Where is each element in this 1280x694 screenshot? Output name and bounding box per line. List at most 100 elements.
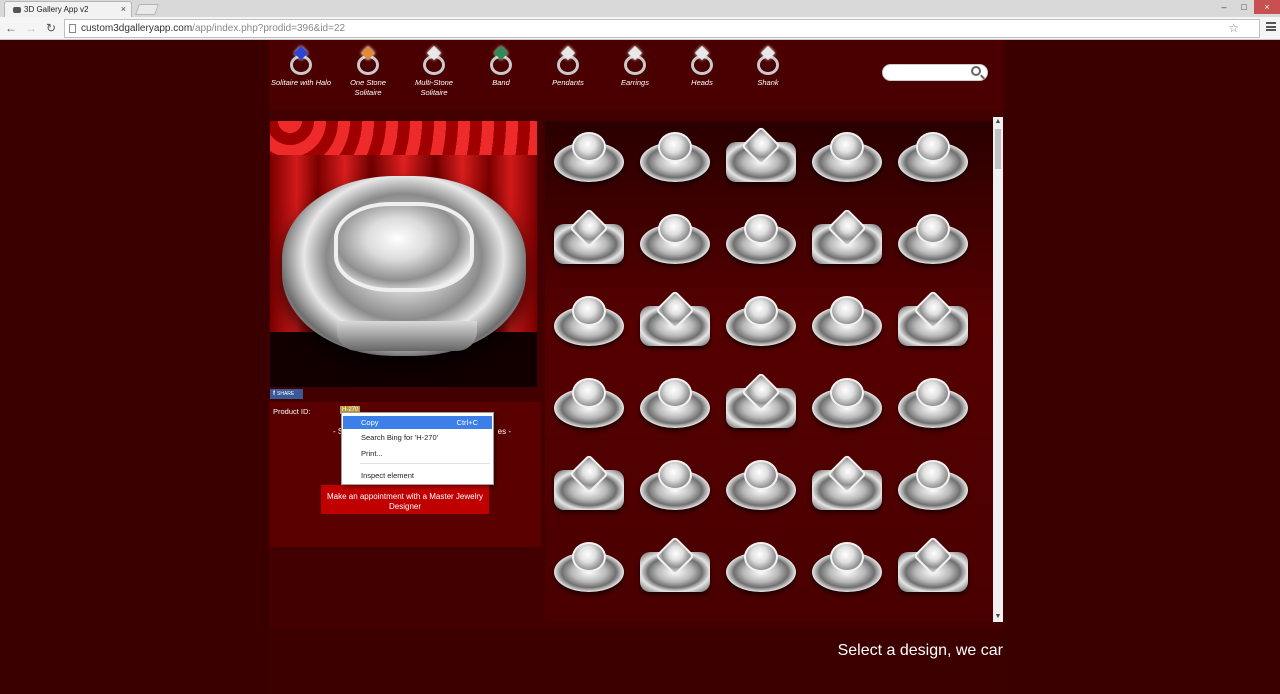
thumbnail-stone	[572, 296, 606, 326]
context-inspect[interactable]: Inspect element	[343, 469, 492, 482]
tab-favicon-icon	[13, 6, 21, 13]
appointment-button[interactable]: Make an appointment with a Master Jewelr…	[321, 485, 489, 514]
thumbnail-stone	[744, 460, 778, 490]
category-label: Pendants	[552, 78, 584, 87]
category-earrings[interactable]: Earrings	[603, 45, 667, 88]
close-window-button[interactable]: ×	[1254, 0, 1280, 14]
forward-button[interactable]: →	[23, 20, 39, 36]
category-label: Heads	[691, 78, 713, 87]
thumbnail-stone	[658, 378, 692, 408]
new-tab-button[interactable]	[134, 4, 160, 15]
obscured-text-right: es -	[497, 427, 511, 436]
gallery-thumbnail[interactable]	[636, 374, 714, 436]
thumbnail-stone	[744, 214, 778, 244]
context-menu: Copy Ctrl+C Search Bing for 'H-270' Print…	[341, 412, 494, 485]
scroll-thumb[interactable]	[995, 129, 1001, 169]
category-head-setting[interactable]: Heads	[670, 45, 734, 88]
thumbnail-stone	[744, 296, 778, 326]
browser-menu-icon[interactable]	[1266, 22, 1276, 31]
shank-icon	[754, 45, 782, 76]
scroll-up-icon[interactable]: ▲	[993, 117, 1003, 127]
category-pendant[interactable]: Pendants	[536, 45, 600, 88]
gallery-thumbnail[interactable]	[808, 454, 886, 518]
gallery-thumbnail[interactable]	[636, 210, 714, 272]
back-button[interactable]: ←	[3, 20, 19, 36]
gallery-thumbnail[interactable]	[722, 292, 800, 354]
gallery-thumbnail[interactable]	[894, 456, 972, 518]
browser-tab[interactable]: 3D Gallery App v2 ×	[4, 1, 132, 17]
gallery-scrollbar[interactable]: ▲ ▼	[993, 117, 1003, 622]
thumbnail-stone	[744, 542, 778, 572]
facebook-icon: f	[273, 391, 275, 397]
context-search-bing-label: Search Bing for 'H-270'	[361, 433, 439, 442]
category-multi-stone-ring[interactable]: Multi-Stone Solitaire	[402, 45, 466, 98]
multi-stone-ring-icon	[420, 45, 448, 76]
reload-button[interactable]: ↻	[43, 20, 59, 36]
gallery-thumbnail[interactable]	[894, 290, 972, 354]
scroll-down-icon[interactable]: ▼	[993, 612, 1003, 622]
context-search-bing[interactable]: Search Bing for 'H-270'	[343, 431, 492, 444]
category-shank[interactable]: Shank	[736, 45, 800, 88]
gallery-thumbnail[interactable]	[636, 290, 714, 354]
gallery-thumbnail[interactable]	[550, 128, 628, 190]
maximize-button[interactable]: □	[1234, 0, 1254, 14]
category-label: Shank	[757, 78, 779, 87]
gallery-thumbnail[interactable]	[550, 538, 628, 600]
bookmark-star-icon[interactable]: ☆	[1228, 21, 1239, 35]
facebook-share-button[interactable]: f SHARE	[270, 389, 303, 399]
gallery-thumbnail[interactable]	[636, 536, 714, 600]
thumbnail-stone	[658, 214, 692, 244]
category-label: One Stone Solitaire	[350, 78, 386, 97]
category-label: Solitaire with Halo	[270, 78, 332, 87]
gallery-thumbnail[interactable]	[808, 374, 886, 436]
earrings-icon	[621, 45, 649, 76]
gallery-thumbnail[interactable]	[722, 210, 800, 272]
category-solitaire-halo-ring[interactable]: Solitaire with Halo	[269, 45, 333, 88]
category-one-stone-solitaire-ring[interactable]: One Stone Solitaire	[336, 45, 400, 98]
search-input[interactable]	[882, 64, 988, 81]
gallery-thumbnail[interactable]	[808, 208, 886, 272]
context-print-label: Print...	[361, 449, 383, 458]
ring-shank	[337, 321, 477, 351]
context-print[interactable]: Print...	[343, 447, 492, 460]
thumbnail-stone	[830, 542, 864, 572]
gallery-thumbnail[interactable]	[722, 538, 800, 600]
share-label: SHARE	[277, 391, 295, 397]
tab-close-icon[interactable]: ×	[121, 4, 126, 14]
ring-preview[interactable]	[270, 121, 537, 387]
gallery-thumbnail[interactable]	[808, 292, 886, 354]
context-separator	[360, 463, 490, 464]
gallery-thumbnail[interactable]	[808, 128, 886, 190]
gallery-thumbnail[interactable]	[550, 208, 628, 272]
ring-center-stone	[334, 202, 474, 292]
thumbnail-stone	[572, 378, 606, 408]
gallery-thumbnail[interactable]	[550, 454, 628, 518]
gallery-thumbnail[interactable]	[894, 128, 972, 190]
gallery-thumbnail[interactable]	[808, 538, 886, 600]
thumbnail-stone	[830, 378, 864, 408]
gallery-thumbnail[interactable]	[550, 292, 628, 354]
gallery-thumbnail[interactable]	[636, 128, 714, 190]
band-ring-icon	[487, 45, 515, 76]
gallery-thumbnail[interactable]	[550, 374, 628, 436]
gallery-thumbnail[interactable]	[894, 210, 972, 272]
gallery-thumbnail[interactable]	[894, 374, 972, 436]
search-icon[interactable]	[971, 66, 981, 76]
pendant-icon	[554, 45, 582, 76]
page-icon	[69, 24, 76, 33]
tab-title: 3D Gallery App v2	[24, 5, 89, 14]
category-band-ring[interactable]: Band	[469, 45, 533, 88]
gallery-thumbnail[interactable]	[894, 536, 972, 600]
design-gallery	[545, 121, 1003, 621]
gallery-thumbnail[interactable]	[722, 456, 800, 518]
context-copy[interactable]: Copy Ctrl+C	[343, 416, 492, 429]
gallery-thumbnail[interactable]	[636, 456, 714, 518]
gallery-thumbnail[interactable]	[722, 126, 800, 190]
thumbnail-stone	[916, 214, 950, 244]
address-bar[interactable]: custom3dgalleryapp.com/app/index.php?pro…	[64, 19, 1260, 38]
head-setting-icon	[688, 45, 716, 76]
gallery-thumbnail[interactable]	[722, 372, 800, 436]
thumbnail-stone	[830, 296, 864, 326]
minimize-button[interactable]: –	[1214, 0, 1234, 14]
ring-3d-model[interactable]	[282, 176, 526, 356]
